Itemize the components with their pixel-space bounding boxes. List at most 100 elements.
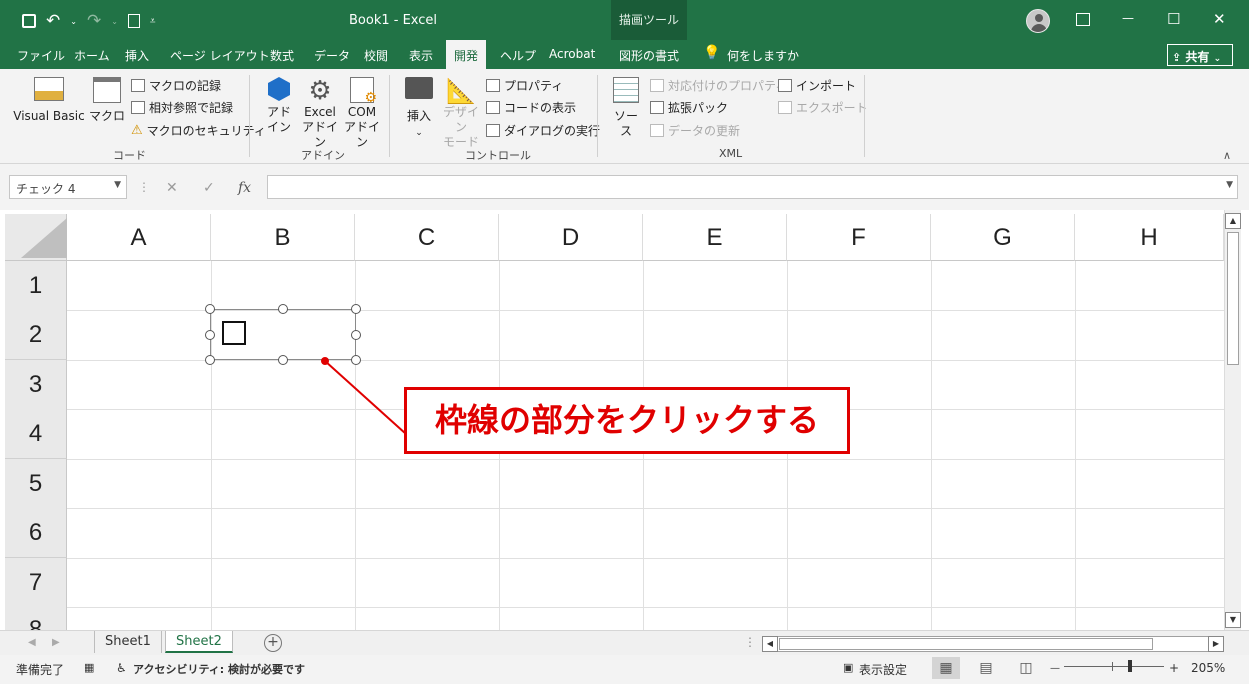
tab-developer[interactable]: 開発 bbox=[446, 40, 487, 69]
normal-view-icon[interactable]: ▦ bbox=[932, 657, 960, 679]
macro-record-icon[interactable]: ▦ bbox=[84, 661, 94, 674]
scroll-down-icon[interactable]: ▼ bbox=[1225, 612, 1241, 628]
column-header-f[interactable]: F bbox=[787, 214, 931, 261]
page-layout-view-icon[interactable]: ▤ bbox=[972, 657, 1000, 679]
tab-page-layout[interactable]: ページ レイアウト bbox=[170, 47, 270, 64]
column-header-b[interactable]: B bbox=[211, 214, 355, 261]
insert-function-icon[interactable]: fx bbox=[238, 180, 251, 196]
zoom-in-button[interactable]: + bbox=[1169, 661, 1179, 675]
tab-file[interactable]: ファイル bbox=[17, 47, 65, 64]
resize-handle[interactable] bbox=[351, 304, 361, 314]
column-header-h[interactable]: H bbox=[1075, 214, 1224, 261]
resize-handle[interactable] bbox=[205, 330, 215, 340]
display-settings-label[interactable]: 表示設定 bbox=[859, 661, 907, 678]
accessibility-status[interactable]: アクセシビリティ: 検討が必要です bbox=[133, 661, 305, 677]
print-preview-icon[interactable] bbox=[127, 14, 140, 28]
sheet-tab-sheet2[interactable]: Sheet2 bbox=[165, 631, 233, 653]
horizontal-scroll-thumb[interactable] bbox=[779, 638, 1153, 650]
formula-input[interactable]: ▼ bbox=[267, 175, 1238, 199]
maximize-button[interactable]: ☐ bbox=[1167, 10, 1180, 28]
column-header-a[interactable]: A bbox=[67, 214, 211, 261]
enter-icon[interactable]: ✓ bbox=[203, 180, 215, 196]
com-addin-button[interactable]: ⚙ COM アドイン bbox=[343, 77, 381, 150]
collapse-ribbon-icon[interactable]: ∧ bbox=[1223, 149, 1231, 162]
tab-insert[interactable]: 挿入 bbox=[125, 47, 149, 64]
tab-acrobat[interactable]: Acrobat bbox=[549, 47, 595, 61]
zoom-out-button[interactable]: — bbox=[1050, 663, 1060, 674]
resize-handle[interactable] bbox=[351, 355, 361, 365]
macro-security-button[interactable]: ⚠ マクロのセキュリティ bbox=[131, 122, 266, 139]
xml-source-button[interactable]: ソース bbox=[609, 77, 643, 139]
tab-review[interactable]: 校閲 bbox=[364, 47, 388, 64]
tab-home[interactable]: ホーム bbox=[74, 47, 110, 64]
row-header-7[interactable]: 7 bbox=[5, 558, 67, 608]
row-header-5[interactable]: 5 bbox=[5, 459, 67, 509]
column-header-c[interactable]: C bbox=[355, 214, 499, 261]
select-all-button[interactable] bbox=[5, 214, 67, 261]
column-header-e[interactable]: E bbox=[643, 214, 787, 261]
row-header-8[interactable]: 8 bbox=[5, 607, 67, 630]
horizontal-scrollbar[interactable]: ◀ ▶ bbox=[762, 636, 1224, 652]
design-mode-button[interactable]: 📐 デザイン モード bbox=[440, 77, 482, 150]
resize-handle[interactable] bbox=[351, 330, 361, 340]
accessibility-icon[interactable]: ♿ bbox=[116, 661, 127, 675]
zoom-slider-thumb[interactable] bbox=[1128, 660, 1132, 672]
account-avatar-icon[interactable] bbox=[1026, 9, 1050, 33]
tab-view[interactable]: 表示 bbox=[409, 47, 433, 64]
expand-formula-bar-icon[interactable]: ▼ bbox=[1226, 180, 1233, 190]
customize-qat-icon[interactable]: ⩡ bbox=[150, 16, 156, 27]
lightbulb-icon[interactable]: 💡 bbox=[703, 45, 720, 61]
ribbon-display-options-icon[interactable] bbox=[1076, 13, 1090, 26]
scroll-right-icon[interactable]: ▶ bbox=[1208, 636, 1224, 652]
undo-icon[interactable]: ↶ bbox=[46, 11, 60, 31]
run-dialog-button[interactable]: ダイアログの実行 bbox=[486, 122, 600, 139]
row-header-6[interactable]: 6 bbox=[5, 508, 67, 558]
import-button[interactable]: インポート bbox=[778, 77, 856, 94]
expansion-packs-button[interactable]: 拡張パック bbox=[650, 99, 728, 116]
view-code-button[interactable]: コードの表示 bbox=[486, 99, 576, 116]
row-header-3[interactable]: 3 bbox=[5, 360, 67, 410]
export-button[interactable]: エクスポート bbox=[778, 99, 868, 116]
vertical-scrollbar[interactable]: ▲ ▼ bbox=[1224, 210, 1241, 630]
resize-handle[interactable] bbox=[205, 355, 215, 365]
column-header-g[interactable]: G bbox=[931, 214, 1075, 261]
row-header-1[interactable]: 1 bbox=[5, 261, 67, 311]
map-properties-button[interactable]: 対応付けのプロパティ bbox=[650, 77, 787, 94]
properties-button[interactable]: プロパティ bbox=[486, 77, 563, 94]
add-sheet-icon[interactable]: + bbox=[264, 634, 282, 652]
next-sheet-icon[interactable]: ▶ bbox=[52, 637, 60, 648]
checkbox-control[interactable] bbox=[222, 321, 246, 345]
tab-shape-format[interactable]: 図形の書式 bbox=[619, 47, 679, 64]
scroll-left-icon[interactable]: ◀ bbox=[762, 636, 778, 652]
resize-handle[interactable] bbox=[205, 304, 215, 314]
name-box[interactable]: チェック 4 ▼ bbox=[9, 175, 127, 199]
tab-help[interactable]: ヘルプ bbox=[500, 47, 536, 64]
column-header-d[interactable]: D bbox=[499, 214, 643, 261]
macro-button[interactable]: マクロ bbox=[89, 77, 125, 124]
cancel-icon[interactable]: ✕ bbox=[166, 180, 178, 196]
redo-dropdown-icon[interactable]: ⌄ bbox=[111, 17, 118, 26]
prev-sheet-icon[interactable]: ◀ bbox=[28, 637, 36, 648]
tab-data[interactable]: データ bbox=[314, 47, 350, 64]
sheet-tab-sheet1[interactable]: Sheet1 bbox=[94, 631, 162, 653]
zoom-slider-track[interactable] bbox=[1064, 666, 1164, 667]
close-button[interactable]: ✕ bbox=[1213, 10, 1226, 28]
excel-addin-button[interactable]: ⚙ Excel アドイン bbox=[300, 77, 340, 150]
visual-basic-button[interactable]: Visual Basic bbox=[12, 77, 86, 124]
minimize-button[interactable]: — bbox=[1122, 11, 1134, 25]
display-settings-icon[interactable]: ▣ bbox=[843, 661, 853, 674]
scroll-thumb[interactable] bbox=[1227, 232, 1239, 365]
save-icon[interactable] bbox=[22, 14, 36, 28]
insert-control-button[interactable]: 挿入 ⌄ bbox=[402, 77, 436, 141]
scroll-up-icon[interactable]: ▲ bbox=[1225, 213, 1241, 229]
undo-dropdown-icon[interactable]: ⌄ bbox=[70, 17, 77, 26]
zoom-level[interactable]: 205% bbox=[1191, 661, 1225, 675]
chevron-down-icon[interactable]: ▼ bbox=[114, 180, 121, 190]
tell-me-search[interactable]: 何をしますか bbox=[727, 47, 799, 64]
tab-formulas[interactable]: 数式 bbox=[270, 47, 294, 64]
tab-split-handle[interactable]: ⋮ bbox=[744, 635, 756, 649]
row-header-2[interactable]: 2 bbox=[5, 310, 67, 360]
share-button[interactable]: ⇪ 共有 ⌄ bbox=[1167, 44, 1233, 66]
refresh-data-button[interactable]: データの更新 bbox=[650, 122, 740, 139]
relative-reference-button[interactable]: 相対参照で記録 bbox=[131, 99, 233, 116]
